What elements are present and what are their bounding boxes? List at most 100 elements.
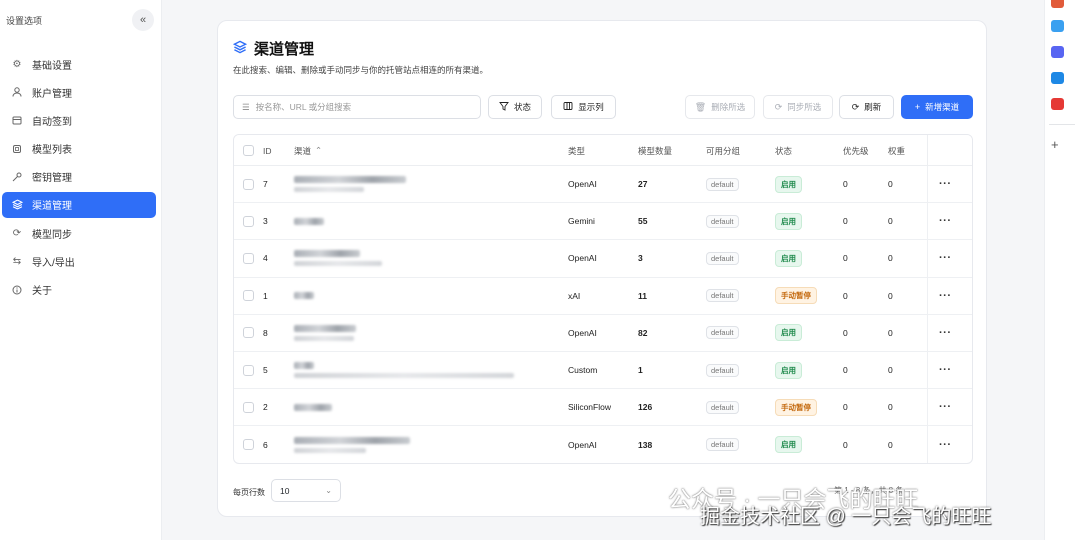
group-tag: default <box>706 214 739 228</box>
group-tag: default <box>706 177 739 191</box>
row-actions-menu-icon[interactable]: ··· <box>939 426 952 463</box>
chevron-down-icon: ⌄ <box>325 486 332 495</box>
row-actions-menu-icon[interactable]: ··· <box>939 203 952 239</box>
rows-per-page-select[interactable]: 10 ⌄ <box>271 479 341 502</box>
translate-icon[interactable] <box>1051 72 1064 84</box>
user-icon <box>11 86 23 98</box>
sidebar-item-about[interactable]: 关于 <box>2 277 156 303</box>
row-checkbox[interactable] <box>243 252 254 264</box>
cell-id: 8 <box>263 327 268 338</box>
row-checkbox[interactable] <box>243 178 254 190</box>
cell-model-count: 55 <box>638 216 648 227</box>
row-checkbox[interactable] <box>243 439 254 451</box>
cell-model-count: 1 <box>638 365 643 376</box>
select-all-checkbox[interactable] <box>243 145 254 156</box>
funnel-icon <box>499 101 509 113</box>
row-checkbox[interactable] <box>243 290 254 302</box>
cell-channel-redacted[interactable] <box>294 240 382 276</box>
status-badge: 手动暂停 <box>775 287 817 305</box>
cell-type: OpenAI <box>568 253 597 264</box>
status-filter-label: 状态 <box>513 102 531 112</box>
cell-id: 1 <box>263 290 268 301</box>
plus-icon: + <box>914 102 921 112</box>
sidebar-item-basic-settings[interactable]: ⚙ 基础设置 <box>2 51 156 77</box>
refresh-label: 刷新 <box>864 102 882 112</box>
sidebar-item-model-sync[interactable]: ⟳ 模型同步 <box>2 220 156 246</box>
app-icon[interactable] <box>1051 98 1064 110</box>
sync-selected-button[interactable]: ⟳ 同步所选 <box>763 95 833 119</box>
cell-channel-redacted[interactable] <box>294 315 356 351</box>
cell-type: Gemini <box>568 216 595 227</box>
column-group: 可用分组 <box>706 145 741 156</box>
cell-type: Custom <box>568 365 598 376</box>
cell-type: SiliconFlow <box>568 402 611 413</box>
columns-button[interactable]: 显示列 <box>551 95 616 119</box>
refresh-icon: ⟳ <box>851 101 860 112</box>
table-row[interactable]: 3 Gemini 55 default 启用 0 0 ··· <box>234 203 972 241</box>
cell-weight: 0 <box>888 216 893 227</box>
cell-channel-redacted[interactable] <box>294 203 324 239</box>
cell-channel-redacted[interactable] <box>294 278 314 314</box>
row-actions-menu-icon[interactable]: ··· <box>939 278 952 314</box>
sidebar-item-label: 密钥管理 <box>32 173 72 185</box>
table-row[interactable]: 7 OpenAI 27 default 启用 0 0 ··· <box>234 166 972 204</box>
column-channel-label: 渠道 <box>294 145 312 156</box>
table-row[interactable]: 5 Custom 1 default 启用 0 0 ··· <box>234 351 972 390</box>
row-actions-menu-icon[interactable]: ··· <box>939 240 952 276</box>
row-checkbox[interactable] <box>243 401 254 413</box>
filter-lines-icon: ☰ <box>242 101 250 112</box>
cell-priority: 0 <box>843 402 848 413</box>
row-actions-menu-icon[interactable]: ··· <box>939 389 952 425</box>
add-channel-button[interactable]: + 新增渠道 <box>901 95 973 119</box>
table-row[interactable]: 1 xAI 11 default 手动暂停 0 0 ··· <box>234 277 972 315</box>
cell-channel-redacted[interactable] <box>294 352 514 388</box>
sidebar-nav: ⚙ 基础设置 账户管理 自动签到 模型列表 密钥管理 渠道管理 ⟳ 模型同步 ⇆… <box>2 51 156 305</box>
row-checkbox[interactable] <box>243 215 254 227</box>
channel-management-card: 渠道管理 在此搜索、编辑、删除或手动同步与你的托管站点相连的所有渠道。 ☰ 按名… <box>217 20 987 517</box>
sidebar-item-auto-checkin[interactable]: 自动签到 <box>2 107 156 133</box>
delete-selected-button[interactable]: 🗑 删除所选 <box>685 95 755 119</box>
column-channel[interactable]: 渠道 ⌃ <box>294 135 322 166</box>
row-checkbox[interactable] <box>243 364 254 376</box>
search-input[interactable]: ☰ 按名称、URL 或分组搜索 <box>233 95 481 119</box>
collapse-sidebar-button[interactable]: « <box>132 9 154 31</box>
plus-icon[interactable]: + <box>1051 137 1059 152</box>
refresh-button[interactable]: ⟳ 刷新 <box>839 95 894 119</box>
sync-icon: ⟳ <box>774 101 783 112</box>
extension-icon[interactable] <box>1051 0 1064 8</box>
page-description: 在此搜索、编辑、删除或手动同步与你的托管站点相连的所有渠道。 <box>233 65 489 75</box>
row-actions-menu-icon[interactable]: ··· <box>939 352 952 388</box>
sidebar-item-key-management[interactable]: 密钥管理 <box>2 164 156 190</box>
column-id: ID <box>263 145 272 156</box>
status-badge: 启用 <box>775 361 802 379</box>
sidebar-item-channel-management[interactable]: 渠道管理 <box>2 191 156 218</box>
watermark-line-2: 掘金技术社区 @ 一只会飞的旺旺 <box>700 506 992 528</box>
cell-id: 5 <box>263 365 268 376</box>
row-checkbox[interactable] <box>243 327 254 339</box>
cell-model-count: 11 <box>638 290 647 301</box>
status-badge: 启用 <box>775 324 802 342</box>
column-model-count: 模型数量 <box>638 145 673 156</box>
cell-priority: 0 <box>843 253 848 264</box>
discord-icon[interactable] <box>1051 46 1064 58</box>
calendar-icon <box>11 114 23 126</box>
status-badge: 启用 <box>775 436 802 454</box>
row-actions-menu-icon[interactable]: ··· <box>939 315 952 351</box>
cell-priority: 0 <box>843 365 848 376</box>
sync-selected-label: 同步所选 <box>787 102 822 112</box>
cell-channel-redacted[interactable] <box>294 389 332 425</box>
row-actions-menu-icon[interactable]: ··· <box>939 166 952 202</box>
settings-sidebar: 设置选项 « ⚙ 基础设置 账户管理 自动签到 模型列表 密钥管理 渠道管理 ⟳… <box>0 0 162 540</box>
table-row[interactable]: 2 SiliconFlow 126 default 手动暂停 0 0 ··· <box>234 389 972 427</box>
sidebar-item-model-list[interactable]: 模型列表 <box>2 136 156 162</box>
cell-channel-redacted[interactable] <box>294 426 410 463</box>
table-row[interactable]: 6 OpenAI 138 default 启用 0 0 ··· <box>234 426 972 463</box>
cell-channel-redacted[interactable] <box>294 166 406 202</box>
status-filter-button[interactable]: 状态 <box>488 95 542 119</box>
table-row[interactable]: 4 OpenAI 3 default 启用 0 0 ··· <box>234 240 972 278</box>
chat-icon[interactable] <box>1051 20 1064 32</box>
cell-priority: 0 <box>843 439 848 450</box>
sidebar-item-import-export[interactable]: ⇆ 导入/导出 <box>2 248 156 274</box>
sidebar-item-accounts[interactable]: 账户管理 <box>2 79 156 105</box>
table-row[interactable]: 8 OpenAI 82 default 启用 0 0 ··· <box>234 314 972 352</box>
